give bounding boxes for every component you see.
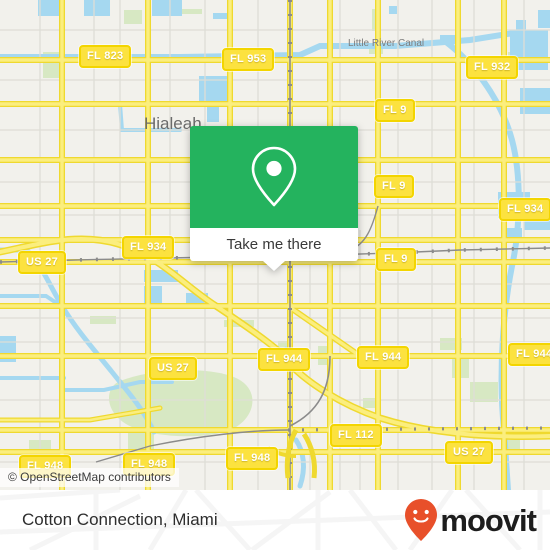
moovit-wordmark: moovit	[440, 502, 537, 538]
route-shield[interactable]: FL 9	[375, 99, 415, 122]
callout-pointer	[263, 261, 285, 271]
footer-bar: Cotton Connection, Miami moovit	[0, 490, 550, 550]
route-shield[interactable]: FL 9	[376, 248, 416, 271]
callout-action-label: Take me there	[226, 236, 322, 253]
callout-header	[190, 126, 358, 228]
moovit-logo[interactable]: moovit	[404, 498, 537, 542]
route-shield[interactable]: US 27	[445, 441, 494, 464]
route-shield[interactable]: FL 944	[258, 348, 311, 371]
route-shield[interactable]: FL 9	[374, 175, 414, 198]
route-shield[interactable]: FL 823	[79, 45, 132, 68]
map-attribution[interactable]: © OpenStreetMap contributors	[0, 468, 179, 487]
route-shield[interactable]: FL 944	[508, 343, 550, 366]
route-shield[interactable]: FL 932	[466, 56, 519, 79]
route-shield[interactable]: FL 112	[330, 424, 382, 447]
route-shield[interactable]: FL 944	[357, 346, 410, 369]
map-canvas[interactable]: Hialeah Little River Canal FL 823 FL 953…	[0, 0, 550, 490]
place-title: Cotton Connection, Miami	[22, 510, 218, 529]
route-shield[interactable]: US 27	[18, 251, 67, 274]
water-label-little-river-canal: Little River Canal	[348, 38, 425, 49]
route-shield[interactable]: US 27	[149, 357, 198, 380]
callout-action[interactable]: Take me there	[190, 228, 358, 271]
route-shield[interactable]: FL 953	[222, 48, 275, 71]
screenshot-root: Hialeah Little River Canal FL 823 FL 953…	[0, 0, 550, 550]
moovit-pin-icon	[405, 499, 438, 541]
route-shield[interactable]: FL 948	[226, 447, 279, 470]
route-shield[interactable]: FL 934	[122, 236, 175, 259]
location-pin-icon	[251, 146, 297, 207]
route-shield[interactable]: FL 934	[499, 198, 550, 221]
location-callout[interactable]: Take me there	[190, 126, 358, 271]
